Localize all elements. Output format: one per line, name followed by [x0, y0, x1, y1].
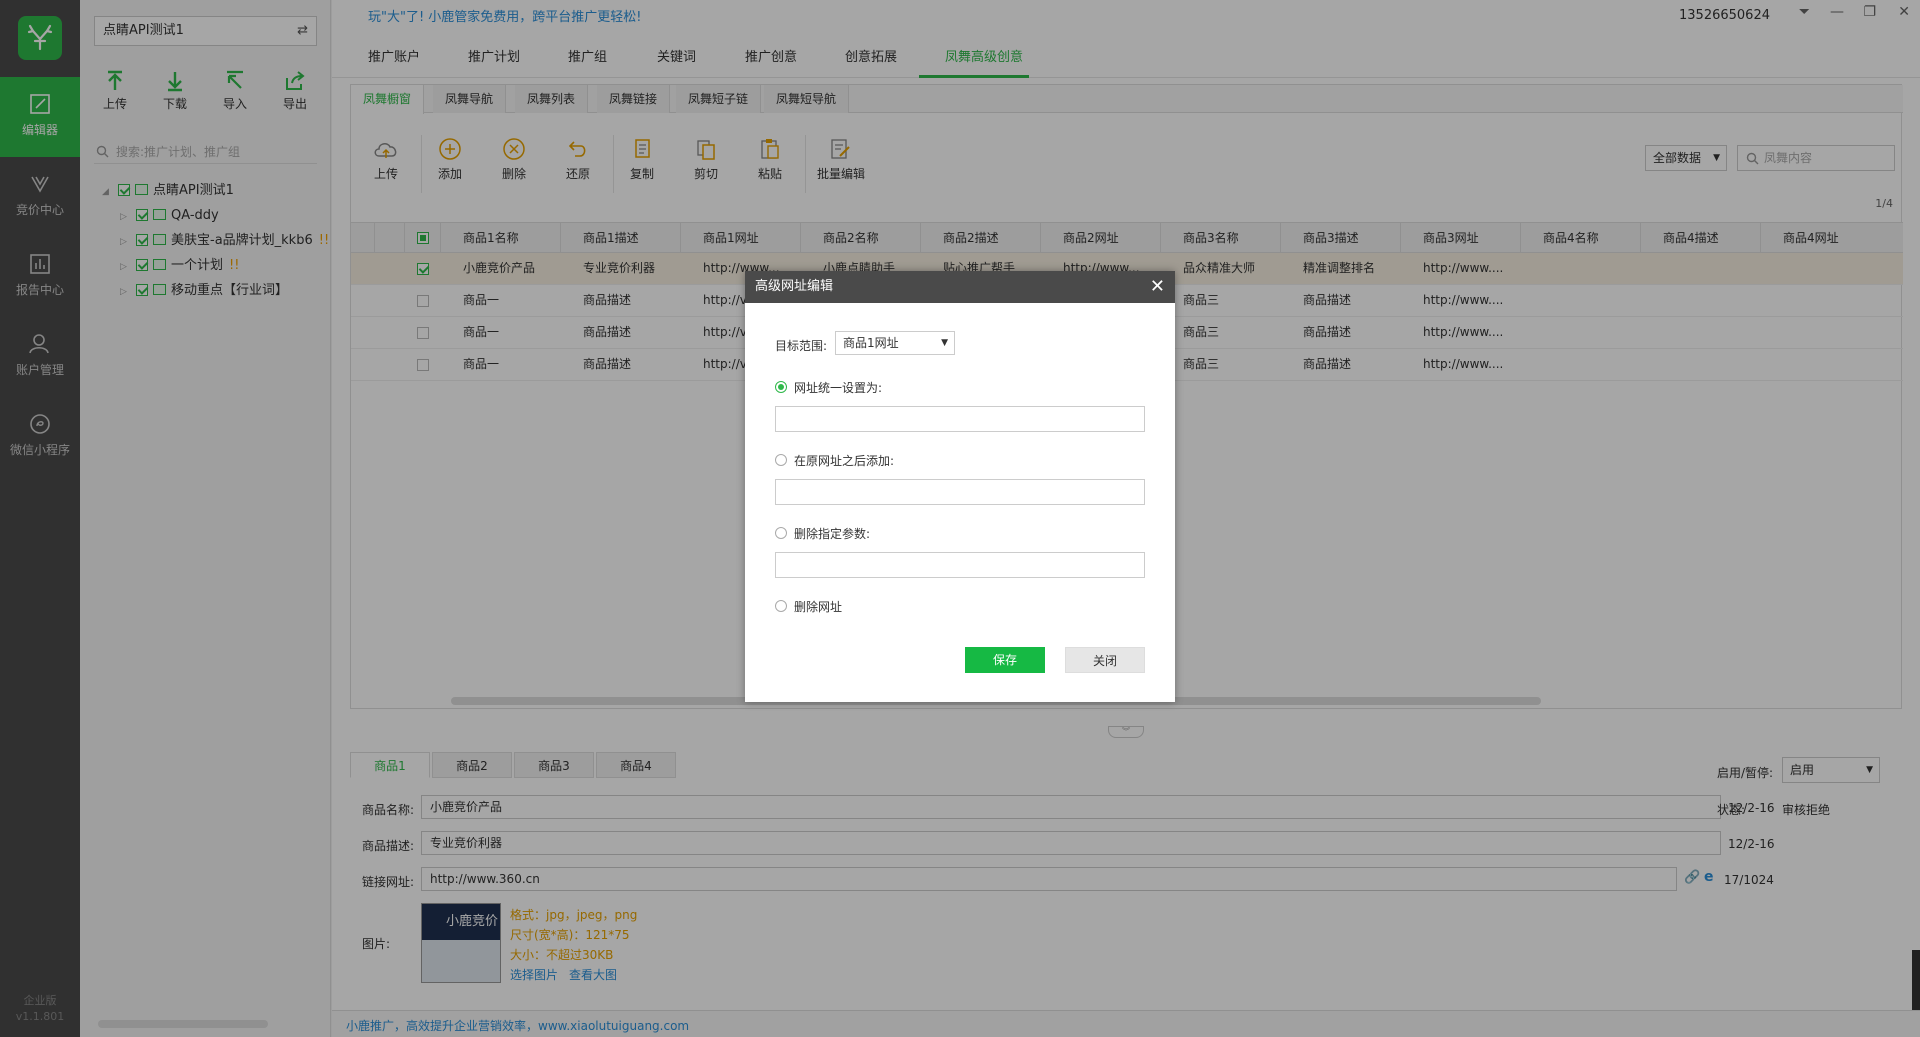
radio-set-url[interactable]: [775, 381, 787, 393]
dropdown-arrow-icon: ▼: [941, 338, 948, 348]
target-scope-value: 商品1网址: [843, 336, 899, 350]
save-button[interactable]: 保存: [965, 647, 1045, 673]
advanced-url-dialog: 高级网址编辑 ✕ 目标范围: 商品1网址 ▼ 网址统一设置为: 在原网址之后添加:…: [745, 271, 1175, 702]
dialog-close-icon[interactable]: ✕: [1150, 271, 1165, 303]
radio-append-url[interactable]: [775, 454, 787, 466]
radio-delete-url[interactable]: [775, 600, 787, 612]
delete-url-label: 删除网址: [794, 600, 843, 614]
dialog-header: 高级网址编辑 ✕: [745, 271, 1175, 303]
append-url-input[interactable]: [775, 479, 1145, 505]
set-url-input[interactable]: [775, 406, 1145, 432]
append-url-label: 在原网址之后添加:: [794, 454, 895, 468]
target-scope-select[interactable]: 商品1网址 ▼: [835, 331, 955, 355]
radio-remove-params[interactable]: [775, 527, 787, 539]
close-button[interactable]: 关闭: [1065, 647, 1145, 673]
remove-params-input[interactable]: [775, 552, 1145, 578]
target-scope-label: 目标范围:: [775, 339, 828, 353]
remove-params-label: 删除指定参数:: [794, 527, 871, 541]
dialog-title: 高级网址编辑: [755, 279, 834, 294]
set-url-label: 网址统一设置为:: [794, 381, 883, 395]
